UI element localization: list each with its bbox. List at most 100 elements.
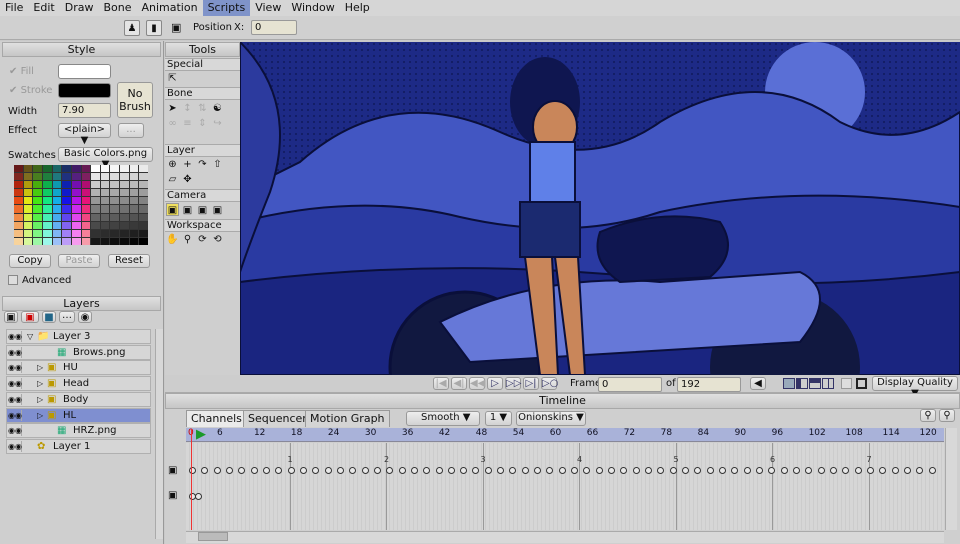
color-swatch[interactable] — [52, 173, 62, 181]
color-swatch[interactable] — [14, 165, 23, 173]
layer-row[interactable]: ◉◉ ▦ Brows.png — [6, 344, 151, 360]
color-swatch[interactable] — [62, 221, 71, 229]
expand-arrow-icon[interactable]: ▷ — [37, 393, 43, 406]
color-swatch[interactable] — [71, 221, 81, 229]
color-swatch[interactable] — [71, 189, 81, 197]
special-tool-icon[interactable]: ⇱ — [166, 72, 179, 85]
bind-layer-icon[interactable]: ↪ — [211, 117, 224, 130]
eye-icon[interactable]: ◉◉ — [8, 362, 22, 374]
color-swatch[interactable] — [33, 173, 42, 181]
zoom-in-icon[interactable]: ⚲ — [939, 409, 955, 422]
color-swatch[interactable] — [100, 229, 110, 237]
color-swatch[interactable] — [139, 197, 148, 205]
menu-edit[interactable]: Edit — [28, 0, 59, 16]
color-swatch[interactable] — [110, 181, 120, 189]
color-swatch[interactable] — [33, 181, 42, 189]
color-swatch[interactable] — [42, 229, 52, 237]
person-icon[interactable]: ♟ — [124, 20, 140, 36]
color-swatch[interactable] — [120, 221, 129, 229]
keyframe[interactable] — [558, 467, 566, 474]
color-swatch[interactable] — [42, 165, 52, 173]
previous-keyframe-icon[interactable]: ◀| — [451, 377, 467, 390]
color-swatch[interactable] — [71, 181, 81, 189]
frame-input[interactable]: 0 — [598, 377, 662, 392]
color-swatch[interactable] — [81, 221, 91, 229]
zoom-out-icon[interactable]: ⚲ — [920, 409, 936, 422]
color-swatch[interactable] — [100, 165, 110, 173]
keyframe[interactable] — [213, 467, 221, 474]
color-swatch[interactable] — [139, 229, 148, 237]
keyframe[interactable] — [336, 467, 344, 474]
rewind-icon[interactable]: |◀ — [433, 377, 449, 390]
color-swatch[interactable] — [129, 189, 139, 197]
timeline-ruler[interactable]: 0612182430364248546066727884909610210811… — [186, 427, 944, 442]
effect-dropdown[interactable]: <plain> ▼ — [58, 123, 111, 146]
keyframe[interactable] — [608, 467, 616, 474]
color-swatch[interactable] — [110, 205, 120, 213]
color-swatch[interactable] — [81, 181, 91, 189]
keyframe[interactable] — [879, 467, 887, 474]
color-swatch[interactable] — [71, 205, 81, 213]
reparent-bone-icon[interactable]: ∞ — [166, 117, 179, 130]
translate-bone-icon[interactable]: ↕ — [181, 102, 194, 115]
duplicate-layer-icon[interactable]: ▣ — [21, 311, 39, 323]
color-swatch[interactable] — [33, 165, 42, 173]
step-forward-icon[interactable]: ▷▷ — [505, 377, 521, 390]
color-swatch[interactable] — [33, 205, 42, 213]
color-swatch[interactable] — [81, 229, 91, 237]
menu-scripts[interactable]: Scripts — [202, 0, 251, 16]
color-swatch[interactable] — [129, 213, 139, 221]
color-swatch[interactable] — [120, 229, 129, 237]
color-swatch[interactable] — [33, 229, 42, 237]
menu-help[interactable]: Help — [340, 0, 375, 16]
translate-layer-icon[interactable]: + — [181, 158, 194, 171]
color-swatch[interactable] — [100, 197, 110, 205]
keyframe[interactable] — [472, 467, 480, 474]
layer-row[interactable]: ◉◉ ▷ ▣ HL — [6, 407, 151, 423]
keyframe[interactable] — [669, 467, 677, 474]
color-swatch[interactable] — [52, 181, 62, 189]
menu-window[interactable]: Window — [286, 0, 339, 16]
color-swatch[interactable] — [91, 197, 100, 205]
color-swatch[interactable] — [100, 213, 110, 221]
color-swatch[interactable] — [91, 229, 100, 237]
menu-view[interactable]: View — [250, 0, 286, 16]
interpolation-dropdown[interactable]: Smooth ▼ — [406, 411, 480, 426]
color-swatch[interactable] — [33, 237, 42, 245]
fill-checkbox[interactable]: ✔ Fill — [9, 66, 34, 77]
color-swatch[interactable] — [120, 189, 129, 197]
layer-settings-icon[interactable]: … — [59, 311, 75, 323]
color-swatch[interactable] — [52, 189, 62, 197]
color-swatch[interactable] — [42, 189, 52, 197]
keyframe[interactable] — [435, 467, 443, 474]
color-swatch[interactable] — [71, 197, 81, 205]
keyframe[interactable] — [854, 467, 862, 474]
menu-draw[interactable]: Draw — [60, 0, 99, 16]
color-swatch[interactable] — [91, 181, 100, 189]
color-swatch[interactable] — [120, 181, 129, 189]
checkbox-icon[interactable] — [841, 378, 852, 389]
scroll-thumb[interactable] — [198, 532, 228, 541]
color-swatch[interactable] — [42, 237, 52, 245]
keyframe[interactable] — [694, 467, 702, 474]
tab-sequencer[interactable]: Sequencer — [243, 410, 312, 427]
color-swatch[interactable] — [23, 173, 33, 181]
color-swatch[interactable] — [91, 173, 100, 181]
swatch-grid[interactable] — [14, 165, 148, 245]
color-swatch[interactable] — [110, 173, 120, 181]
keyframe[interactable] — [755, 467, 763, 474]
menu-animation[interactable]: Animation — [136, 0, 202, 16]
fill-color-swatch[interactable] — [58, 64, 111, 79]
layer-row[interactable]: ◉◉ ▷ ▣ Head — [6, 376, 151, 392]
color-swatch[interactable] — [52, 197, 62, 205]
eye-icon[interactable]: ◉◉ — [8, 409, 22, 421]
scale-layer-icon[interactable]: ⇧ — [211, 158, 224, 171]
keyframe[interactable] — [903, 467, 911, 474]
color-swatch[interactable] — [120, 237, 129, 245]
collapse-arrow-icon[interactable]: ▽ — [27, 330, 33, 343]
color-swatch[interactable] — [91, 205, 100, 213]
pan-tilt-camera-icon[interactable]: ▣ — [211, 204, 224, 217]
split-vertical-icon[interactable] — [796, 378, 808, 389]
onionskins-dropdown[interactable]: Onionskins ▼ — [516, 411, 586, 426]
stroke-checkbox[interactable]: ✔ Stroke — [9, 85, 52, 96]
